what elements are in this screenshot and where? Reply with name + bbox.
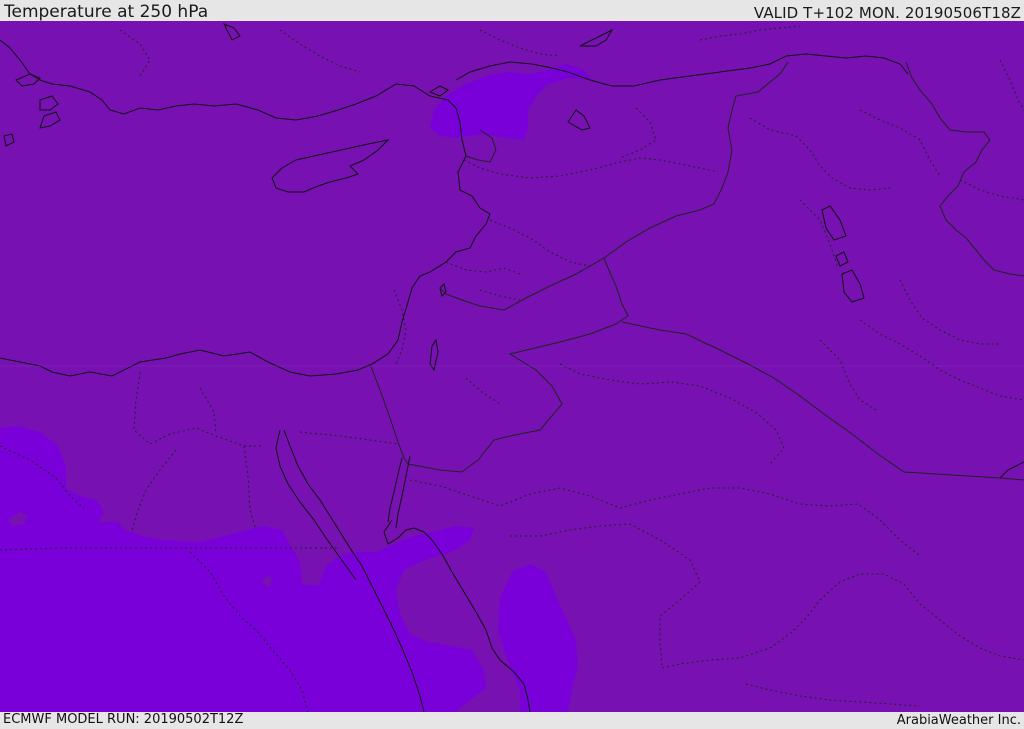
- model-run-label: ECMWF MODEL RUN: 20190502T12Z: [3, 712, 244, 727]
- map-title: Temperature at 250 hPa: [4, 2, 209, 22]
- brand-label: ArabiaWeather Inc.: [896, 713, 1021, 728]
- map-header: Temperature at 250 hPa VALID T+102 MON. …: [0, 0, 1024, 21]
- temperature-map: [0, 21, 1024, 712]
- map-footer: ECMWF MODEL RUN: 20190502T12Z ArabiaWeat…: [0, 712, 1024, 729]
- valid-time: VALID T+102 MON. 20190506T18Z: [753, 4, 1021, 22]
- weather-map-frame: Temperature at 250 hPa VALID T+102 MON. …: [0, 0, 1024, 729]
